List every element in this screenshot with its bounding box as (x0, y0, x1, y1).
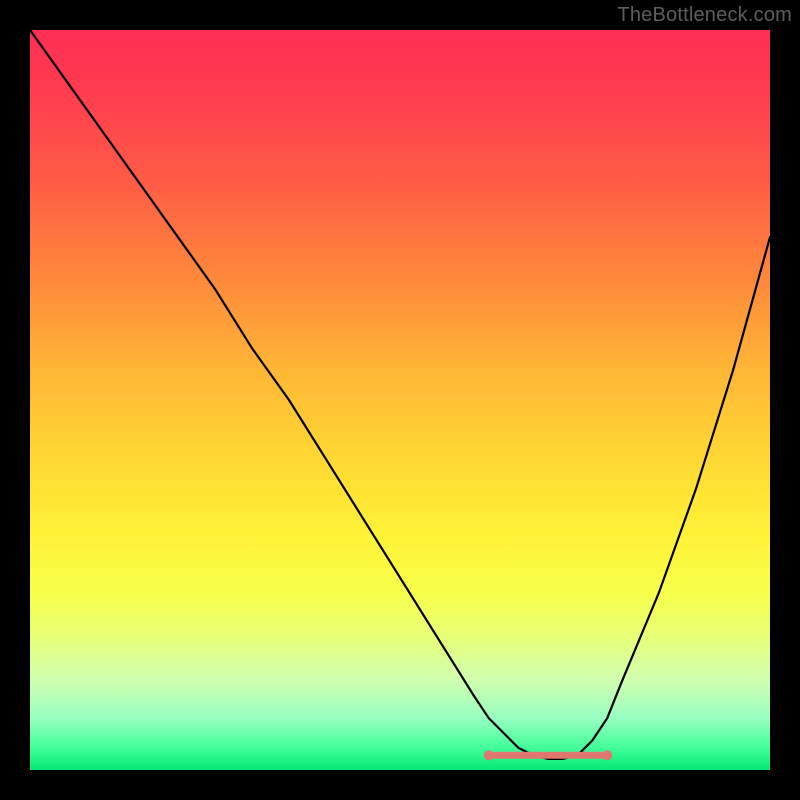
plot-area (30, 30, 770, 770)
watermark-text: TheBottleneck.com (617, 4, 792, 27)
bottleneck-curve (30, 30, 770, 759)
curve-layer (30, 30, 770, 770)
minimum-zone-start-dot (484, 750, 494, 760)
chart-frame: TheBottleneck.com (0, 0, 800, 800)
minimum-zone-end-dot (602, 750, 612, 760)
